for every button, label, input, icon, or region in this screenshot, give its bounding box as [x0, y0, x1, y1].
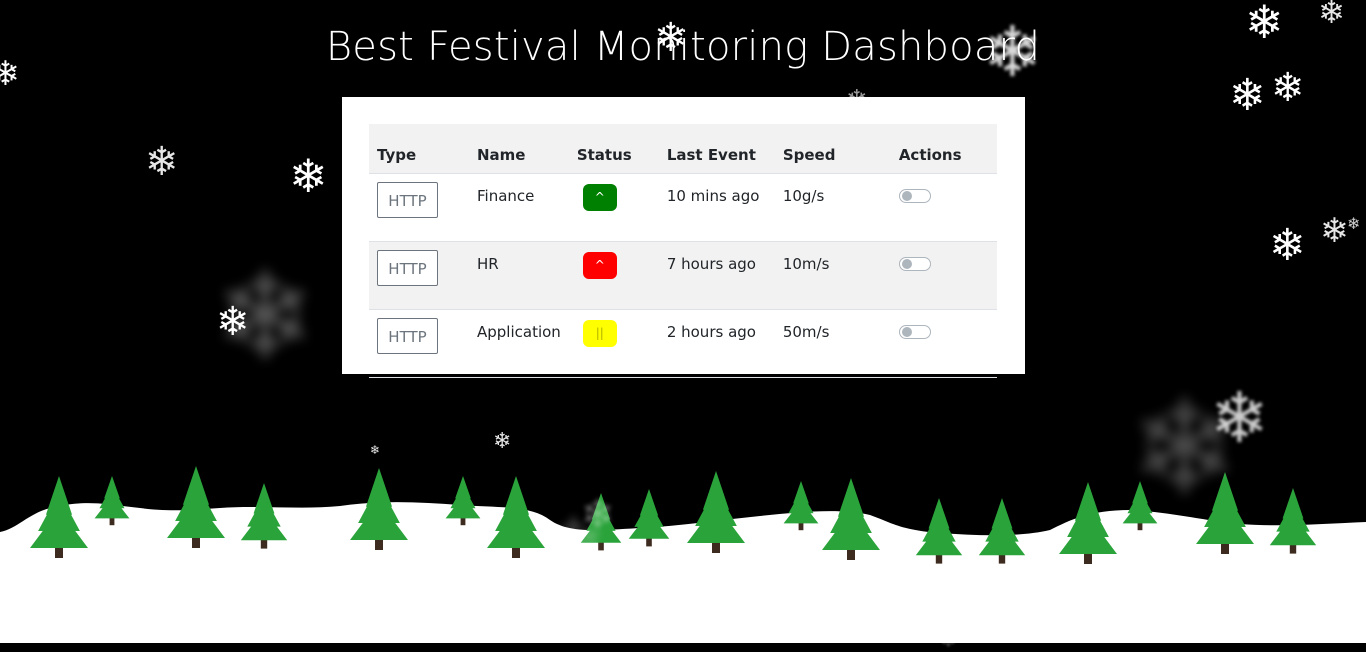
- type-button[interactable]: HTTP: [377, 250, 438, 286]
- last-event: 2 hours ago: [658, 309, 775, 378]
- toggle-knob: [901, 191, 912, 201]
- pine-tree-icon: [445, 476, 481, 526]
- monitor-name: Application: [469, 309, 569, 378]
- toggle-knob: [901, 327, 912, 337]
- monitors-table: Type Name Status Last Event Speed Action…: [369, 124, 997, 378]
- monitor-name: HR: [469, 241, 569, 310]
- page-title: Best Festival Monitoring Dashboard: [325, 24, 1041, 70]
- table-row: HTTP HR ^ 7 hours ago 10m/s: [369, 241, 997, 310]
- column-header-type: Type: [369, 124, 469, 174]
- last-event: 10 mins ago: [658, 173, 775, 242]
- enable-toggle[interactable]: [898, 257, 931, 271]
- table-header-row: Type Name Status Last Event Speed Action…: [369, 124, 997, 174]
- column-header-status: Status: [568, 124, 659, 174]
- status-up-badge[interactable]: ^: [582, 184, 617, 211]
- table-row: HTTP Application || 2 hours ago 50m/s: [369, 309, 997, 378]
- snowflake-icon: ❄: [1271, 65, 1305, 111]
- pine-tree-icon: [915, 498, 963, 564]
- pine-tree-icon: [687, 471, 745, 553]
- last-event: 7 hours ago: [658, 241, 775, 310]
- pine-tree-icon: [978, 498, 1026, 564]
- enable-toggle[interactable]: [898, 189, 931, 203]
- snowflake-icon: ❄: [370, 443, 381, 457]
- snowflake-icon: ❄: [289, 149, 328, 203]
- dashboard-card: Type Name Status Last Event Speed Action…: [342, 97, 1025, 378]
- toggle-knob: [901, 259, 912, 269]
- snowflake-icon: ❄: [493, 429, 512, 454]
- status-down-badge[interactable]: ^: [582, 252, 617, 279]
- pine-tree-icon: [167, 466, 225, 548]
- pine-tree-icon: [783, 481, 819, 531]
- pine-tree-icon: [94, 476, 130, 526]
- snowflake-icon: ❄: [940, 628, 957, 652]
- snowflake-icon: ❄: [1269, 220, 1306, 271]
- pine-tree-icon: [1269, 488, 1317, 554]
- monitor-name: Finance: [469, 173, 569, 242]
- enable-toggle[interactable]: [898, 325, 931, 339]
- table-row: HTTP Finance ^ 10 mins ago 10g/s: [369, 173, 997, 242]
- snowflake-icon: ❄: [1210, 377, 1269, 459]
- column-header-actions: Actions: [890, 124, 997, 174]
- snowflake-icon: ❄: [1229, 70, 1266, 121]
- type-button[interactable]: HTTP: [377, 318, 438, 354]
- speed: 50m/s: [774, 309, 891, 378]
- snowflake-icon: ❄: [145, 139, 179, 185]
- snowflake-icon: ❄: [1347, 214, 1361, 233]
- speed: 10m/s: [774, 241, 891, 310]
- snowflake-icon: ❄: [581, 492, 615, 538]
- snowflake-icon: ❄: [216, 299, 250, 345]
- pine-tree-icon: [628, 489, 670, 547]
- snowflake-icon: ❄: [362, 556, 374, 572]
- snowflake-icon: ❄: [1320, 211, 1349, 251]
- column-header-speed: Speed: [774, 124, 891, 174]
- type-button[interactable]: HTTP: [377, 182, 438, 218]
- column-header-name: Name: [469, 124, 569, 174]
- speed: 10g/s: [774, 173, 891, 242]
- column-header-last-event: Last Event: [658, 124, 775, 174]
- status-paused-badge[interactable]: ||: [582, 320, 617, 347]
